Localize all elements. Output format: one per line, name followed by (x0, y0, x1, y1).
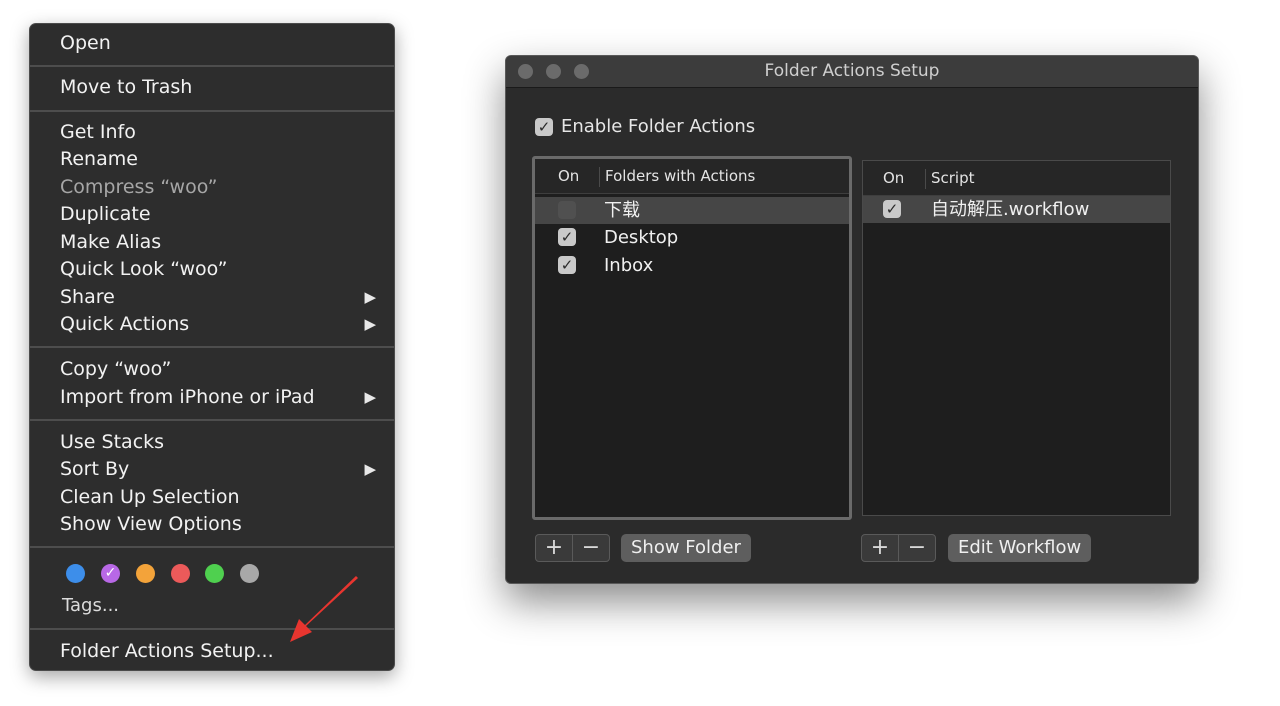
folder-name: Inbox (604, 255, 654, 276)
menu-separator (30, 419, 394, 421)
menu-item-compress[interactable]: Compress “woo” (60, 174, 380, 200)
folder-actions-setup-window: Folder Actions Setup ✓ Enable Folder Act… (505, 55, 1199, 584)
menu-separator (30, 65, 394, 67)
add-folder-button[interactable]: + (536, 535, 572, 561)
tag-blue-dot[interactable] (66, 564, 85, 583)
menu-item-get-info[interactable]: Get Info (60, 119, 380, 145)
column-divider (599, 167, 600, 187)
menu-item-show-view-options[interactable]: Show View Options (60, 511, 380, 537)
menu-item-duplicate[interactable]: Duplicate (60, 201, 380, 227)
folder-name: Desktop (604, 227, 679, 248)
edit-workflow-button[interactable]: Edit Workflow (948, 534, 1092, 562)
menu-separator (30, 110, 394, 112)
menu-item-import-from-iphone[interactable]: Import from iPhone or iPad ▶ (60, 384, 380, 410)
remove-script-button[interactable]: − (898, 535, 935, 561)
folder-add-remove-control: + − (535, 534, 610, 562)
table-row[interactable]: ✓ Desktop (535, 224, 849, 251)
menu-item-label: Share (60, 286, 115, 308)
menu-item-quick-actions[interactable]: Quick Actions ▶ (60, 311, 380, 337)
enable-folder-actions-checkbox[interactable]: ✓ (535, 118, 553, 136)
menu-item-use-stacks[interactable]: Use Stacks (60, 429, 380, 455)
menu-item-quick-look[interactable]: Quick Look “woo” (60, 256, 380, 282)
menu-item-sort-by[interactable]: Sort By ▶ (60, 456, 380, 482)
folders-table[interactable]: On Folders with Actions 下载 ✓ Desktop ✓ I… (532, 156, 852, 520)
menu-item-label: Quick Actions (60, 313, 190, 335)
column-header-on[interactable]: On (883, 161, 904, 195)
row-enabled-checkbox[interactable] (558, 201, 576, 219)
column-header-on[interactable]: On (558, 159, 579, 193)
tag-green-dot[interactable] (205, 564, 224, 583)
script-name: 自动解压.workflow (931, 199, 1090, 220)
checkmark-icon: ✓ (104, 565, 117, 581)
menu-item-clean-up-selection[interactable]: Clean Up Selection (60, 484, 380, 510)
menu-item-rename[interactable]: Rename (60, 146, 380, 172)
menu-item-label: Import from iPhone or iPad (60, 386, 315, 408)
submenu-arrow-icon: ▶ (364, 388, 376, 406)
column-divider (925, 169, 926, 189)
row-enabled-checkbox[interactable]: ✓ (883, 200, 901, 218)
submenu-arrow-icon: ▶ (364, 288, 376, 306)
menu-item-tags[interactable]: Tags... (62, 595, 119, 616)
menu-item-move-to-trash[interactable]: Move to Trash (60, 74, 380, 100)
table-row[interactable]: ✓ Inbox (535, 252, 849, 279)
scripts-table[interactable]: On Script ✓ 自动解压.workflow (862, 160, 1171, 516)
remove-folder-button[interactable]: − (572, 535, 609, 561)
add-script-button[interactable]: + (862, 535, 898, 561)
column-header-script[interactable]: Script (931, 161, 975, 195)
menu-item-open[interactable]: Open (60, 30, 380, 56)
menu-item-make-alias[interactable]: Make Alias (60, 229, 380, 255)
table-header: On Script (863, 161, 1170, 196)
submenu-arrow-icon: ▶ (364, 460, 376, 478)
menu-item-copy[interactable]: Copy “woo” (60, 356, 380, 382)
table-row[interactable]: ✓ 自动解压.workflow (863, 196, 1170, 223)
row-enabled-checkbox[interactable]: ✓ (558, 256, 576, 274)
menu-item-share[interactable]: Share ▶ (60, 284, 380, 310)
tag-gray-dot[interactable] (240, 564, 259, 583)
table-row[interactable]: 下载 (535, 197, 849, 224)
tag-orange-dot[interactable] (136, 564, 155, 583)
menu-separator (30, 346, 394, 348)
script-add-remove-control: + − (861, 534, 936, 562)
row-enabled-checkbox[interactable]: ✓ (558, 228, 576, 246)
menu-item-label: Sort By (60, 458, 130, 480)
table-header: On Folders with Actions (535, 159, 849, 194)
show-folder-button[interactable]: Show Folder (621, 534, 751, 562)
tag-red-dot[interactable] (171, 564, 190, 583)
submenu-arrow-icon: ▶ (364, 315, 376, 333)
red-pointer-arrow-icon (290, 576, 358, 642)
column-header-folders[interactable]: Folders with Actions (605, 159, 755, 193)
enable-folder-actions-label: Enable Folder Actions (561, 116, 756, 137)
window-title: Folder Actions Setup (764, 61, 940, 81)
title-bar[interactable]: Folder Actions Setup (506, 56, 1198, 88)
menu-separator (30, 546, 394, 548)
folder-name: 下载 (604, 200, 640, 221)
tag-purple-dot[interactable]: ✓ (101, 564, 120, 583)
